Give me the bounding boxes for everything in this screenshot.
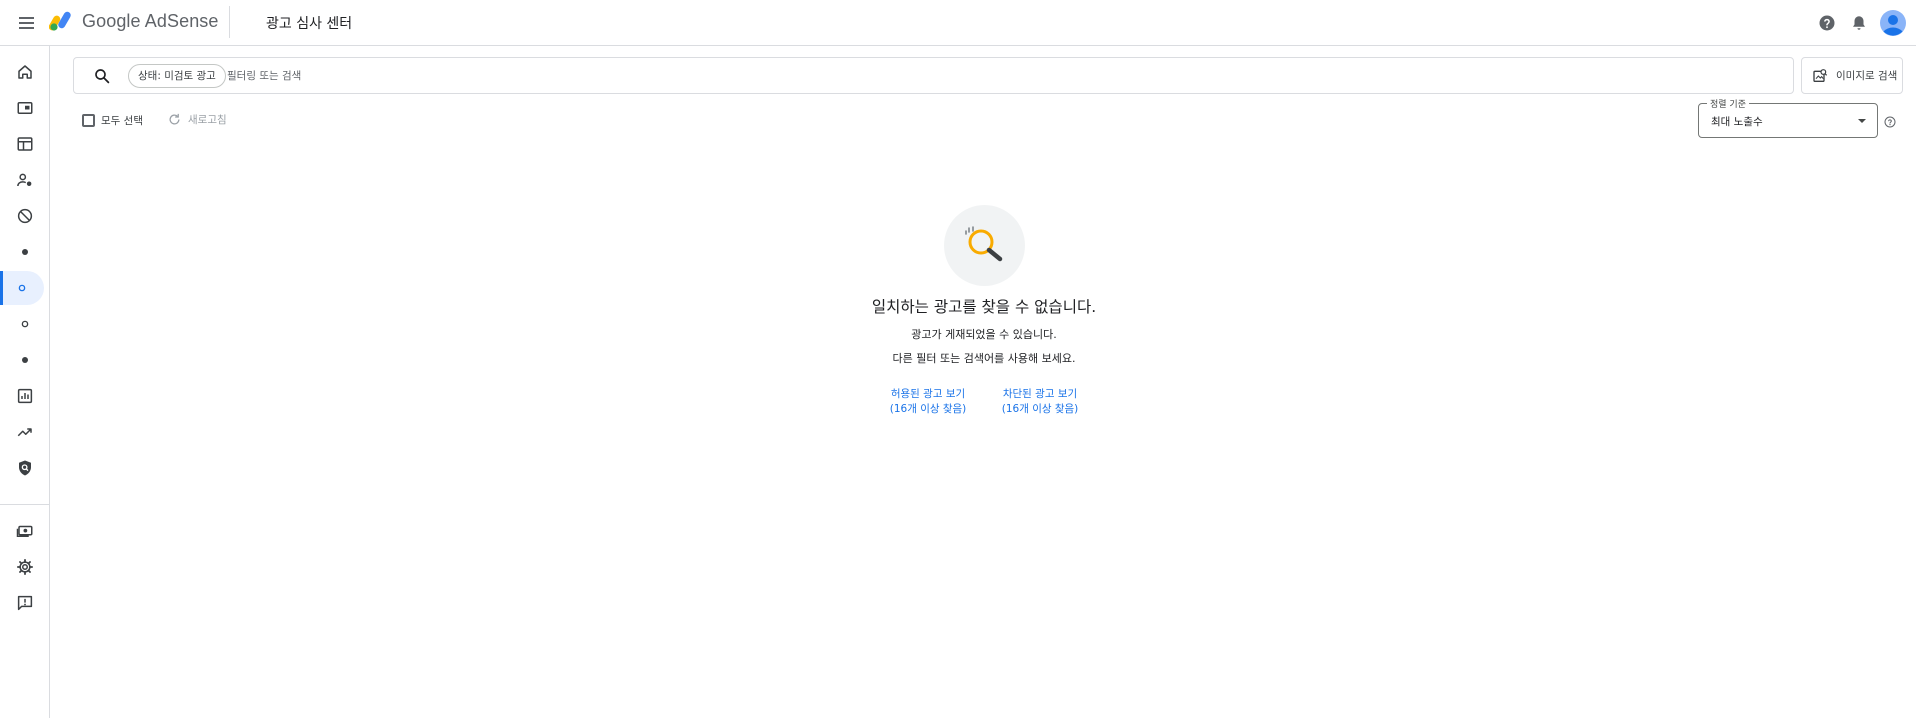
header-divider bbox=[229, 6, 230, 38]
main-menu-icon[interactable] bbox=[14, 11, 38, 35]
optimization-icon bbox=[17, 428, 32, 437]
allowed-link-label: 허용된 광고 보기 bbox=[890, 388, 966, 400]
sidebar-nav bbox=[0, 46, 50, 718]
sidebar-item-sites[interactable] bbox=[0, 127, 49, 161]
empty-state-message-2: 다른 필터 또는 검색어를 사용해 보세요. bbox=[892, 352, 1076, 365]
account-avatar[interactable] bbox=[1880, 10, 1906, 36]
status-filter-chip[interactable]: 상태: 미검토 광고 bbox=[128, 64, 226, 88]
image-search-button[interactable]: 이미지로 검색 bbox=[1801, 57, 1903, 94]
adsense-logo-icon[interactable] bbox=[49, 10, 75, 32]
dot-filled-icon bbox=[21, 249, 28, 255]
ads-icon bbox=[17, 102, 32, 114]
reports-icon bbox=[17, 388, 32, 404]
sort-by-legend: 정렬 기준 bbox=[1707, 97, 1749, 110]
sidebar-item-policy-center[interactable] bbox=[0, 451, 49, 485]
brand-product: AdSense bbox=[144, 11, 219, 31]
sidebar-item-ads[interactable] bbox=[0, 91, 49, 125]
sort-by-value: 최대 노출수 bbox=[1711, 116, 1763, 128]
help-icon[interactable] bbox=[1815, 11, 1839, 35]
feedback-icon bbox=[17, 595, 32, 611]
refresh-icon bbox=[169, 113, 180, 125]
empty-state-message-1: 광고가 게재되었을 수 있습니다. bbox=[911, 328, 1057, 341]
allowed-link-count: (16개 이상 찾음) bbox=[889, 403, 967, 415]
block-icon bbox=[17, 208, 32, 224]
brand-name[interactable]: Google AdSense bbox=[82, 11, 219, 32]
sidebar-item-feedback[interactable] bbox=[0, 586, 49, 620]
select-all-label: 모두 선택 bbox=[101, 115, 143, 127]
brand-google: Google bbox=[82, 11, 141, 31]
empty-state-illustration bbox=[944, 205, 1025, 286]
magnifier-icon bbox=[965, 226, 1003, 262]
settings-icon bbox=[16, 558, 33, 576]
sidebar-item-privacy-messaging[interactable] bbox=[0, 163, 49, 197]
sort-by-select[interactable]: 정렬 기준 최대 노출수 bbox=[1698, 97, 1878, 138]
sites-icon bbox=[17, 137, 32, 151]
view-blocked-ads-link[interactable]: 차단된 광고 보기 (16개 이상 찾음) bbox=[980, 387, 1100, 417]
policy-center-icon bbox=[18, 460, 31, 476]
refresh-label: 새로고침 bbox=[188, 114, 227, 126]
sidebar-subitem-1[interactable] bbox=[0, 235, 49, 269]
image-search-label: 이미지로 검색 bbox=[1836, 70, 1898, 82]
filter-search-input[interactable] bbox=[227, 66, 1127, 86]
sidebar-divider bbox=[0, 504, 49, 505]
sidebar-item-home[interactable] bbox=[0, 55, 49, 89]
blocked-link-count: (16개 이상 찾음) bbox=[1001, 403, 1079, 415]
blocked-link-label: 차단된 광고 보기 bbox=[1002, 388, 1078, 400]
view-allowed-ads-link[interactable]: 허용된 광고 보기 (16개 이상 찾음) bbox=[868, 387, 988, 417]
app-header: Google AdSense 광고 심사 센터 bbox=[0, 0, 1916, 46]
image-search-icon bbox=[1813, 68, 1828, 82]
sort-help-icon[interactable] bbox=[1884, 116, 1896, 128]
sidebar-item-payments[interactable] bbox=[0, 514, 49, 548]
sidebar-item-optimization[interactable] bbox=[0, 415, 49, 449]
refresh-button[interactable]: 새로고침 bbox=[167, 112, 227, 127]
page-title: 광고 심사 센터 bbox=[266, 16, 353, 32]
select-all-control[interactable]: 모두 선택 bbox=[82, 113, 143, 128]
notifications-bell-icon[interactable] bbox=[1847, 11, 1871, 35]
select-all-checkbox[interactable] bbox=[82, 114, 95, 127]
search-icon[interactable] bbox=[93, 67, 111, 85]
sidebar-item-reports[interactable] bbox=[0, 379, 49, 413]
dropdown-arrow-icon bbox=[1858, 119, 1866, 123]
search-bar: 상태: 미검토 광고 bbox=[73, 57, 1794, 94]
empty-state-title: 일치하는 광고를 찾을 수 없습니다. bbox=[871, 298, 1097, 316]
privacy-messaging-icon bbox=[16, 173, 31, 187]
sidebar-item-blocking-controls[interactable] bbox=[0, 199, 49, 233]
home-icon bbox=[17, 65, 32, 79]
payments-icon bbox=[16, 525, 32, 537]
sidebar-item-settings[interactable] bbox=[0, 550, 49, 584]
